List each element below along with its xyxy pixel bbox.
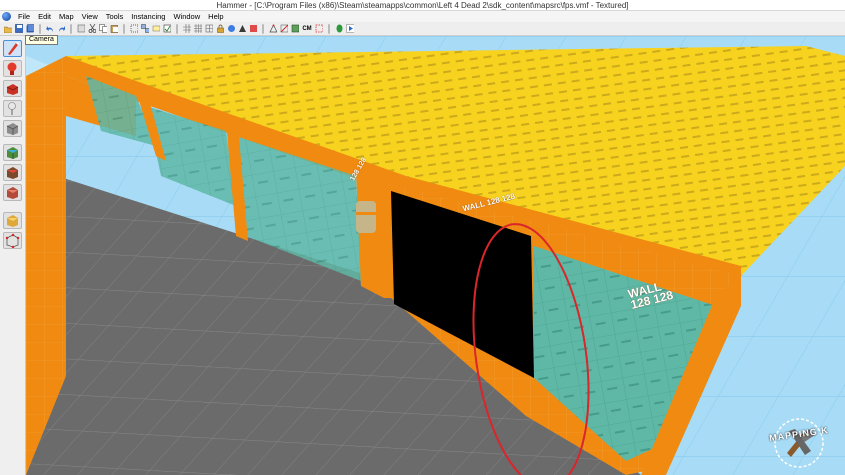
grid-larger-icon[interactable] — [204, 24, 214, 34]
copy-icon[interactable] — [98, 24, 108, 34]
menu-instancing[interactable]: Instancing — [127, 11, 169, 22]
render-toggle-icon[interactable] — [237, 24, 247, 34]
redo-icon[interactable] — [56, 24, 66, 34]
menu-tools[interactable]: Tools — [102, 11, 128, 22]
grid-icon[interactable] — [182, 24, 192, 34]
block-tool-icon[interactable] — [3, 120, 22, 137]
toolbar-separator — [262, 23, 264, 34]
compile-icon[interactable] — [334, 24, 344, 34]
texture-tool-icon[interactable] — [3, 144, 22, 161]
cm-icon[interactable]: CM — [301, 24, 313, 34]
barrel-band — [356, 212, 376, 215]
textured-scene — [26, 36, 845, 475]
hammer-app-icon[interactable] — [2, 12, 11, 21]
ungroup-icon[interactable] — [140, 24, 150, 34]
menu-help[interactable]: Help — [204, 11, 227, 22]
toolbar-separator — [328, 23, 330, 34]
entity-icon[interactable] — [226, 24, 236, 34]
overlay-tool-icon[interactable] — [3, 212, 22, 229]
select-all-icon[interactable] — [162, 24, 172, 34]
group-icon[interactable] — [129, 24, 139, 34]
menu-map[interactable]: Map — [55, 11, 78, 22]
save-icon[interactable] — [14, 24, 24, 34]
hide-icon[interactable] — [151, 24, 161, 34]
cordon-icon[interactable] — [314, 24, 324, 34]
toolbar-separator — [70, 23, 72, 34]
window-title: Hammer - [C:\Program Files (x86)\Steam\s… — [0, 0, 845, 11]
toolbar-separator — [39, 23, 41, 34]
toolbar-separator — [123, 23, 125, 34]
toolbar-separator — [176, 23, 178, 34]
menu-window[interactable]: Window — [169, 11, 204, 22]
barrel — [356, 201, 376, 233]
main-toolbar: CM — [0, 22, 845, 36]
mapping-watermark: MAPPING K — [759, 407, 839, 471]
menu-bar: File Edit Map View Tools Instancing Wind… — [0, 11, 845, 22]
vertex-tool-icon[interactable] — [3, 232, 22, 249]
menu-edit[interactable]: Edit — [34, 11, 55, 22]
cut-icon[interactable] — [87, 24, 97, 34]
save-all-icon[interactable] — [25, 24, 35, 34]
open-icon[interactable] — [3, 24, 13, 34]
menu-file[interactable]: File — [14, 11, 34, 22]
entity-tool-icon[interactable] — [3, 100, 22, 117]
tools-sidebar — [0, 36, 26, 475]
grid-smaller-icon[interactable] — [193, 24, 203, 34]
carve-icon[interactable] — [76, 24, 86, 34]
apply-texture-icon[interactable] — [3, 164, 22, 181]
clip-icon[interactable] — [279, 24, 289, 34]
pillar-3 — [356, 171, 394, 298]
undo-icon[interactable] — [45, 24, 55, 34]
vertex-icon[interactable] — [268, 24, 278, 34]
paste-icon[interactable] — [109, 24, 119, 34]
camera-tool-icon[interactable] — [3, 80, 22, 97]
3d-viewport[interactable]: WALL 128 128 WALL 128 128 128 128 MAPPIN… — [26, 36, 845, 475]
menu-view[interactable]: View — [78, 11, 102, 22]
camera-tooltip: Camera — [25, 35, 58, 45]
face-edit-icon[interactable] — [290, 24, 300, 34]
magnify-tool-icon[interactable] — [3, 60, 22, 77]
selection-tool-icon[interactable] — [3, 40, 22, 57]
run-map-icon[interactable] — [345, 24, 355, 34]
decal-tool-icon[interactable] — [3, 184, 22, 201]
texture-lock-icon[interactable] — [215, 24, 225, 34]
model-icon[interactable] — [248, 24, 258, 34]
